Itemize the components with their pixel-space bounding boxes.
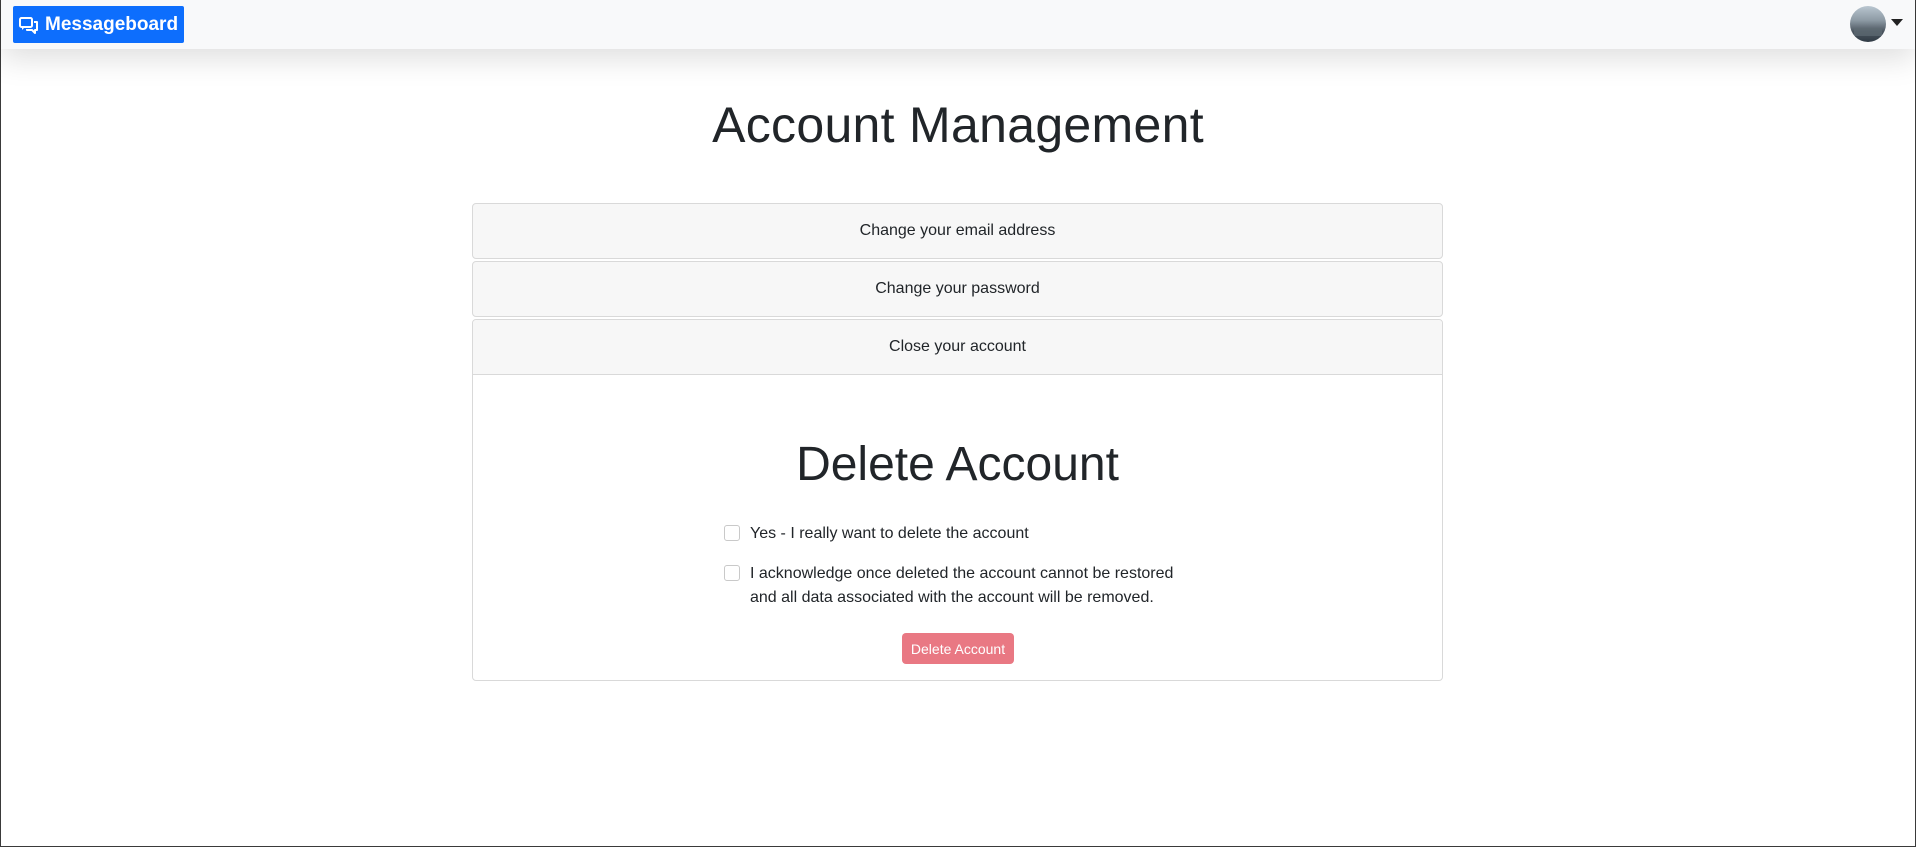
browser-viewport: Messageboard Account Management Change y… <box>0 0 1916 847</box>
navbar: Messageboard <box>1 0 1915 49</box>
account-accordion: Change your email address Change your pa… <box>472 203 1443 683</box>
brand-label: Messageboard <box>45 13 179 35</box>
delete-account-button[interactable]: Delete Account <box>902 633 1014 664</box>
accordion-item-email: Change your email address <box>472 203 1443 259</box>
accordion-header-close-account[interactable]: Close your account <box>473 320 1442 375</box>
accordion-item-password: Change your password <box>472 261 1443 317</box>
page-title: Account Management <box>712 97 1204 153</box>
acknowledge-checkbox[interactable] <box>724 565 740 581</box>
confirm-delete-label[interactable]: Yes - I really want to delete the accoun… <box>750 522 1190 546</box>
confirm-delete-checkbox[interactable] <box>724 525 740 541</box>
caret-down-icon[interactable] <box>1891 18 1903 26</box>
brand-link[interactable]: Messageboard <box>13 6 185 43</box>
accordion-item-close-account: Close your account Delete Account Yes - … <box>472 319 1443 681</box>
chat-bubbles-icon <box>19 16 38 34</box>
user-menu-toggle[interactable] <box>1850 6 1903 42</box>
confirm-delete-row: Yes - I really want to delete the accoun… <box>724 522 1190 546</box>
avatar[interactable] <box>1850 6 1886 42</box>
acknowledge-label[interactable]: I acknowledge once deleted the account c… <box>750 562 1190 610</box>
delete-account-title: Delete Account <box>796 438 1119 491</box>
accordion-header-email[interactable]: Change your email address <box>473 204 1442 258</box>
acknowledge-row: I acknowledge once deleted the account c… <box>724 562 1190 610</box>
accordion-header-password[interactable]: Change your password <box>473 262 1442 316</box>
delete-account-panel: Delete Account Yes - I really want to de… <box>473 375 1442 680</box>
